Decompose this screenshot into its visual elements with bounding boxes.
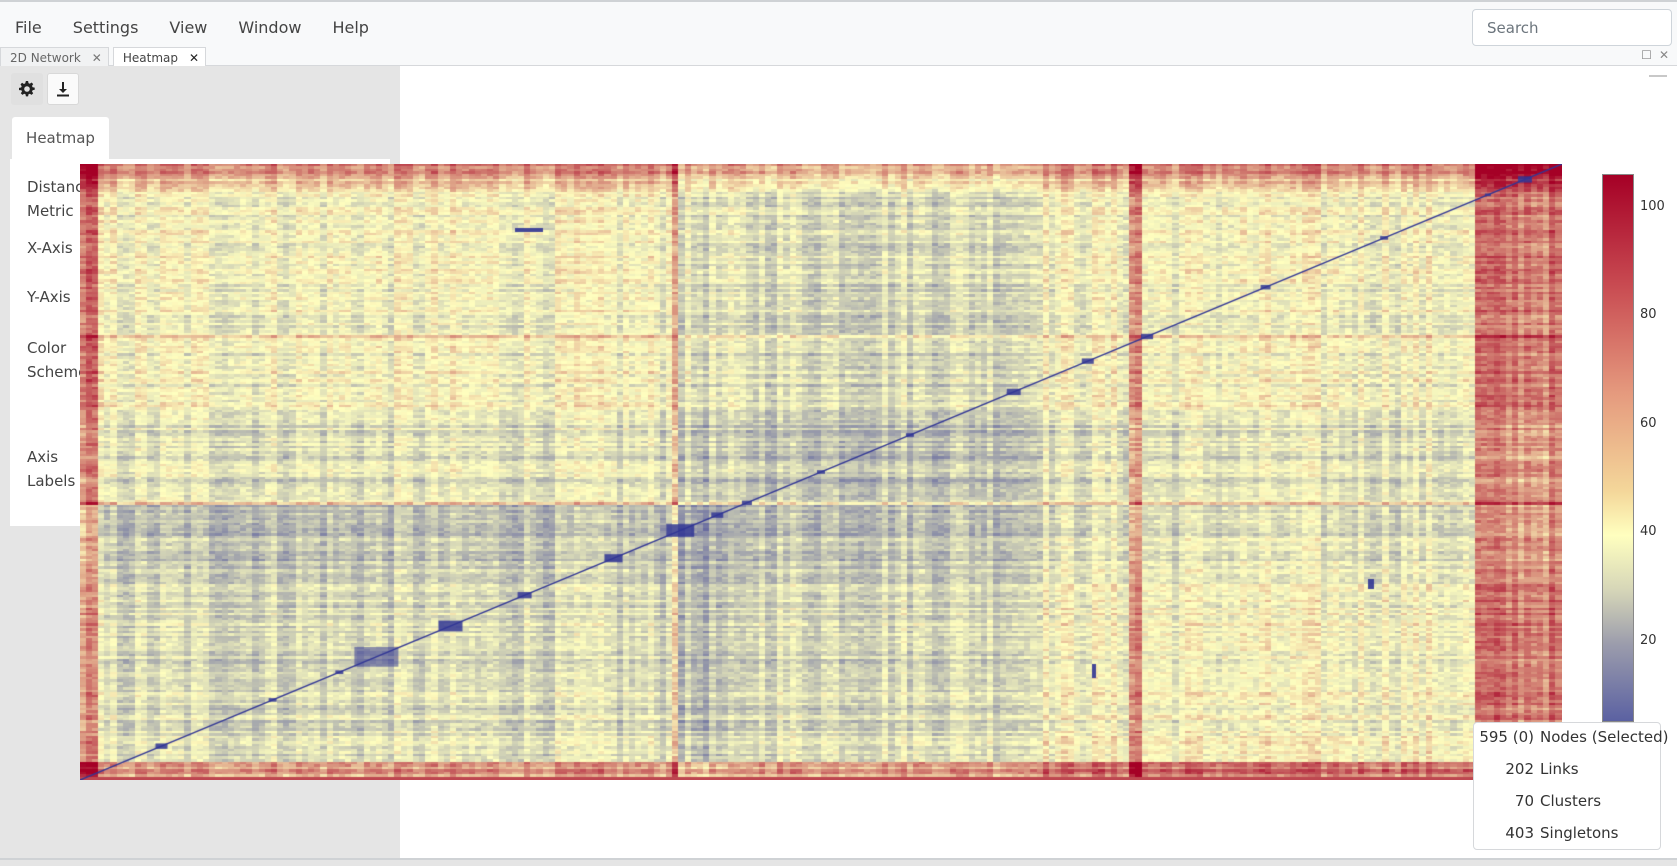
menu-bar: File Settings View Window Help (0, 16, 385, 40)
stat-singletons: 403 Singletons (1505, 824, 1619, 842)
y-axis-label: Y-Axis (27, 288, 71, 306)
colorbar (1602, 174, 1634, 722)
tab-heatmap[interactable]: Heatmap ✕ (112, 47, 207, 68)
x-axis-label: X-Axis (27, 239, 73, 257)
search-input[interactable] (1472, 9, 1672, 46)
menu-window[interactable]: Window (223, 16, 317, 40)
axis-labels-label: Axis Labels (27, 448, 76, 490)
color-scheme-label: Color Scheme (27, 339, 88, 381)
close-icon[interactable]: ✕ (189, 51, 199, 65)
colorbar-tick-label: 20 (1640, 632, 1657, 648)
settings-button[interactable] (11, 73, 43, 105)
gear-icon (19, 81, 35, 97)
menu-help[interactable]: Help (317, 16, 384, 40)
close-window-icon[interactable]: ✕ (1659, 48, 1669, 62)
tab-2d-network[interactable]: 2D Network ✕ (0, 47, 109, 68)
status-bar (0, 858, 1677, 866)
menu-handle-icon[interactable] (1649, 75, 1667, 77)
panel-tab-heatmap[interactable]: Heatmap (12, 117, 109, 159)
colorbar-tick-label: 100 (1640, 198, 1665, 214)
colorbar-tick-label: 80 (1640, 307, 1657, 323)
window-controls: ☐ ✕ (1641, 48, 1669, 62)
menu-settings[interactable]: Settings (58, 16, 155, 40)
close-icon[interactable]: ✕ (92, 51, 102, 65)
stat-clusters: 70 Clusters (1514, 792, 1602, 810)
stat-links: 202 Links (1505, 760, 1579, 778)
colorbar-tick-label: 60 (1640, 415, 1657, 431)
menu-view[interactable]: View (154, 16, 223, 40)
download-icon (57, 82, 69, 97)
tab-label: Heatmap (122, 51, 178, 65)
colorbar-tick-label: 40 (1640, 524, 1657, 540)
tab-bar: 2D Network ✕ Heatmap ✕ (0, 47, 210, 68)
heatmap-plot[interactable] (80, 164, 1562, 780)
menu-file[interactable]: File (0, 16, 58, 40)
top-bar: File Settings View Window Help 2D Networ… (0, 0, 1677, 68)
download-button[interactable] (47, 73, 79, 105)
stat-nodes: 595 (0) Nodes (Selected) (1479, 728, 1669, 746)
tab-label: 2D Network (10, 51, 81, 65)
network-stats-box: 595 (0) Nodes (Selected) 202 Links 70 Cl… (1473, 722, 1669, 850)
maximize-icon[interactable]: ☐ (1641, 48, 1652, 62)
